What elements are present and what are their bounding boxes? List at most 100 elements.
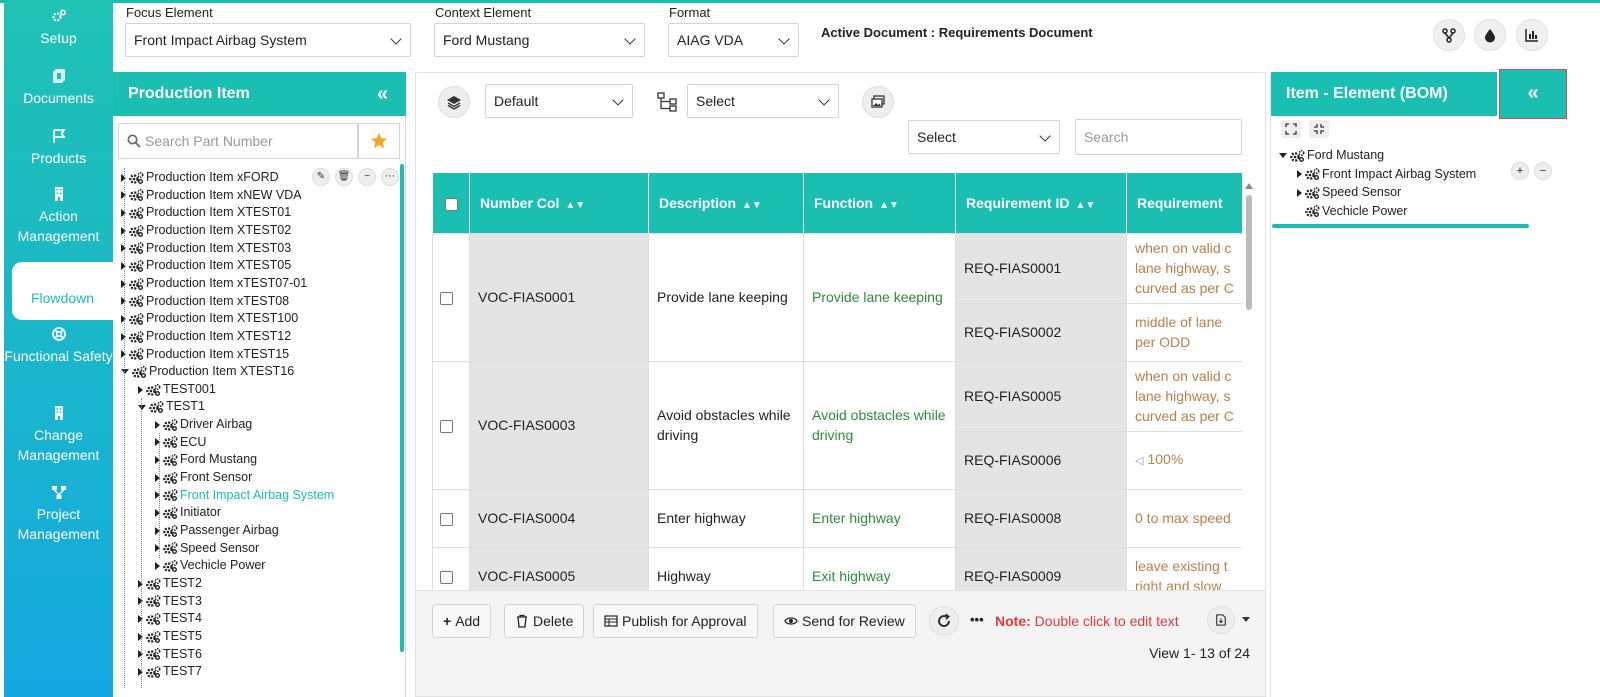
nav-item-flowdown[interactable]: Flowdown xyxy=(12,262,113,320)
row-checkbox[interactable] xyxy=(440,291,453,305)
favorites-button[interactable] xyxy=(358,123,400,159)
format-select[interactable]: AIAG VDA xyxy=(668,23,799,57)
requirement-id-cell[interactable]: REQ-FIAS0009 xyxy=(955,546,1127,591)
row-checkbox[interactable] xyxy=(440,570,453,584)
tree-item[interactable]: Passenger Airbag xyxy=(155,521,279,539)
focus-element-select[interactable]: Front Impact Airbag System xyxy=(125,23,411,57)
column-header-number[interactable]: Number Col ▲▼ xyxy=(469,173,649,233)
nav-item-action-management[interactable]: Action Management xyxy=(4,186,113,246)
function-cell[interactable]: Avoid obstacles while driving xyxy=(803,360,956,490)
column-header-function[interactable]: Function ▲▼ xyxy=(803,173,956,233)
export-dropdown-icon[interactable] xyxy=(1242,617,1250,622)
requirement-cell[interactable]: when on valid c lane highway, s curved as … xyxy=(1126,232,1242,304)
tree-item[interactable]: ECU xyxy=(155,433,206,451)
tree-item[interactable]: TEST4 xyxy=(138,609,202,627)
tree-item[interactable]: Front Sensor xyxy=(155,468,252,486)
column-header-description[interactable]: Description ▲▼ xyxy=(648,173,804,233)
row-checkbox[interactable] xyxy=(440,512,453,526)
requirement-cell[interactable]: when on valid c lane highway, s curved as … xyxy=(1126,360,1242,432)
tree-item[interactable]: Initiator xyxy=(155,503,221,521)
tree-item[interactable]: Front Impact Airbag System xyxy=(155,486,334,504)
nav-item-project-management[interactable]: Project Management xyxy=(4,484,113,544)
description-cell[interactable]: Highway xyxy=(648,546,804,591)
requirement-id-cell[interactable]: REQ-FIAS0005 xyxy=(955,360,1127,432)
tree-item[interactable]: Speed Sensor xyxy=(155,539,259,557)
tree-item[interactable]: TEST7 xyxy=(138,662,202,680)
nav-item-documents[interactable]: Documents xyxy=(4,68,113,108)
flow-select[interactable]: Select xyxy=(687,84,839,118)
requirement-id-cell[interactable]: REQ-FIAS0002 xyxy=(955,302,1127,362)
filter-select[interactable]: Select xyxy=(908,120,1060,154)
publish-for-approval-button[interactable]: Publish for Approval xyxy=(593,604,758,638)
nav-item-functional-safety[interactable]: Functional Safety xyxy=(4,326,113,366)
send-for-review-button[interactable]: Send for Review xyxy=(773,604,916,638)
function-cell[interactable]: Provide lane keeping xyxy=(803,232,956,362)
drop-button[interactable] xyxy=(1474,19,1506,51)
number-cell[interactable]: VOC-FIAS0003 xyxy=(469,360,649,490)
collapse-bom-panel-button[interactable]: « xyxy=(1499,69,1567,119)
number-cell[interactable]: VOC-FIAS0004 xyxy=(469,488,649,548)
table-row[interactable]: VOC-FIAS0005 Highway Exit highway REQ-FIAS0… xyxy=(432,546,1242,591)
tree-item[interactable]: Production Item XTEST12 xyxy=(121,327,291,345)
table-row[interactable]: VOC-FIAS0004 Enter highway Enter highway RE… xyxy=(432,488,1242,548)
collapse-left-panel-button[interactable]: « xyxy=(377,72,388,116)
tree-item[interactable]: Vechicle Power xyxy=(155,556,265,574)
nav-item-setup[interactable]: Setup xyxy=(4,8,113,48)
tree-item[interactable]: TEST2 xyxy=(138,574,202,592)
refresh-button[interactable] xyxy=(929,606,959,636)
column-header-requirement-id[interactable]: Requirement ID ▲▼ xyxy=(955,173,1127,233)
hierarchy-icon[interactable] xyxy=(656,91,678,116)
function-cell[interactable]: Exit highway xyxy=(803,546,956,591)
bom-scrollbar[interactable] xyxy=(1272,224,1529,228)
tree-item[interactable]: Production Item XTEST03 xyxy=(121,239,291,257)
bom-tree-item[interactable]: Front Impact Airbag System xyxy=(1297,165,1476,183)
tree-item[interactable]: Ford Mustang xyxy=(155,450,257,468)
tree-item[interactable]: Production Item XTEST05 xyxy=(121,256,291,274)
caret-down-icon[interactable] xyxy=(121,369,129,375)
more-icon[interactable]: ⋯ xyxy=(381,168,399,186)
trash-icon[interactable]: 🗑 xyxy=(335,168,353,186)
bom-tree-item[interactable]: Speed Sensor xyxy=(1297,183,1401,201)
minus-icon[interactable]: − xyxy=(1534,162,1552,180)
export-button[interactable] xyxy=(1207,606,1235,634)
select-all-checkbox[interactable] xyxy=(444,197,458,211)
description-cell[interactable]: Avoid obstacles while driving xyxy=(648,360,804,490)
caret-right-icon[interactable] xyxy=(138,385,143,394)
tree-item[interactable]: Production Item XTEST16 xyxy=(121,362,294,380)
nav-item-products[interactable]: Products xyxy=(4,128,113,168)
grid-scrollbar[interactable] xyxy=(1245,183,1253,591)
description-cell[interactable]: Provide lane keeping xyxy=(648,232,804,362)
expand-all-button[interactable] xyxy=(1281,120,1301,138)
description-cell[interactable]: Enter highway xyxy=(648,488,804,548)
nav-item-change-management[interactable]: Change Management xyxy=(4,405,113,465)
table-row[interactable]: VOC-FIAS0003 Avoid obstacles while drivin… xyxy=(432,360,1242,490)
tree-item[interactable]: Production Item xTEST07-01 xyxy=(121,274,307,292)
requirement-id-cell[interactable]: REQ-FIAS0008 xyxy=(955,488,1127,548)
tree-item[interactable]: TEST1 xyxy=(138,397,205,415)
tree-item[interactable]: Production Item XTEST100 xyxy=(121,309,298,327)
minus-icon[interactable]: − xyxy=(358,168,376,186)
chart-button[interactable] xyxy=(1516,19,1548,51)
grid-search-input[interactable]: Search xyxy=(1075,119,1242,155)
tree-item[interactable]: Production Item xTEST15 xyxy=(121,345,289,363)
function-cell[interactable]: Enter highway xyxy=(803,488,956,548)
row-checkbox[interactable] xyxy=(440,419,453,433)
requirement-id-cell[interactable]: REQ-FIAS0006 xyxy=(955,430,1127,490)
layers-button[interactable] xyxy=(438,86,470,118)
requirement-id-cell[interactable]: REQ-FIAS0001 xyxy=(955,232,1127,304)
caret-down-icon[interactable] xyxy=(1279,153,1287,159)
caret-right-icon[interactable] xyxy=(1297,170,1302,179)
edit-icon[interactable]: ✎ xyxy=(312,168,330,186)
tree-item[interactable]: TEST5 xyxy=(138,627,202,645)
number-cell[interactable]: VOC-FIAS0005 xyxy=(469,546,649,591)
more-actions-button[interactable]: ••• xyxy=(970,612,984,627)
tree-item[interactable]: Production Item xTEST08 xyxy=(121,292,289,310)
tree-item[interactable]: TEST3 xyxy=(138,592,202,610)
caret-right-icon[interactable] xyxy=(1297,188,1302,197)
table-row[interactable]: VOC-FIAS0001 Provide lane keeping Provide … xyxy=(432,232,1242,362)
collapse-all-button[interactable] xyxy=(1309,120,1329,138)
bom-tree-item[interactable]: Ford Mustang xyxy=(1279,146,1384,164)
image-button[interactable] xyxy=(862,86,894,118)
requirement-cell[interactable]: leave existing t right and slow xyxy=(1126,546,1242,591)
caret-right-icon[interactable] xyxy=(155,562,160,570)
